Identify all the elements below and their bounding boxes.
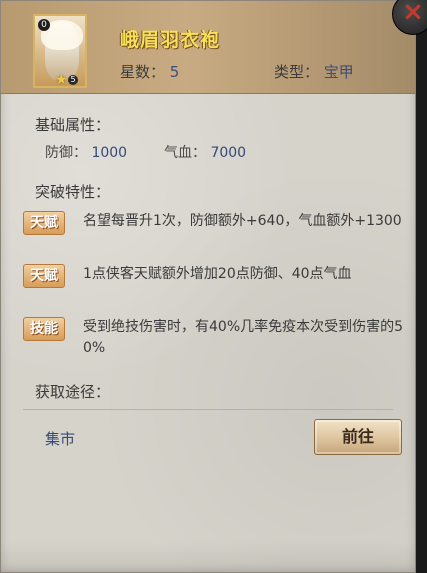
trait-text: 受到绝技伤害时，有40%几率免疫本次受到伤害的50% (83, 319, 404, 356)
trait-item: 技能 受到绝技伤害时，有40%几率免疫本次受到伤害的50% (23, 317, 403, 359)
item-detail-panel: 0 ★ 5 峨眉羽衣袍 星数： 5 类型： 宝甲 基础属性： 防御： 1000 … (0, 0, 416, 573)
hp-label: 气血： (164, 145, 206, 161)
trait-item: 天赋 1点侠客天赋额外增加20点防御、40点气血 (23, 264, 395, 306)
item-portrait: 0 ★ 5 (33, 14, 87, 88)
portrait-level-badge: 0 (38, 19, 50, 31)
stars-value: 5 (169, 63, 180, 81)
panel-bottom-fade (1, 541, 415, 572)
trait-item: 天赋 名望每晋升1次，防御额外+640，气血额外+1300 (23, 211, 402, 253)
item-name: 峨眉羽衣袍 (120, 29, 221, 51)
stars-stat: 星数： 5 (120, 61, 179, 82)
trait-text: 名望每晋升1次，防御额外+640，气血额外+1300 (83, 213, 402, 229)
portrait-star-count: 5 (68, 75, 78, 85)
defense-label: 防御： (45, 145, 87, 161)
type-value: 宝甲 (323, 63, 354, 81)
defense-stat: 防御： 1000 (45, 142, 127, 162)
type-label: 类型： (274, 63, 320, 81)
type-stat: 类型： 宝甲 (274, 61, 354, 82)
hp-value: 7000 (210, 145, 247, 161)
base-attributes-title: 基础属性： (35, 116, 111, 134)
breakthrough-title: 突破特性： (35, 183, 111, 201)
trait-badge: 技能 (23, 317, 65, 341)
acquire-source: 集市 (45, 430, 76, 448)
acquire-divider (23, 409, 393, 410)
trait-badge: 天赋 (23, 211, 65, 235)
acquire-title: 获取途径： (35, 383, 111, 401)
hp-stat: 气血： 7000 (164, 142, 246, 162)
defense-value: 1000 (91, 145, 128, 161)
item-header: 0 ★ 5 峨眉羽衣袍 星数： 5 类型： 宝甲 (1, 1, 415, 94)
stars-label: 星数： (120, 63, 166, 81)
star-icon: ★ (55, 72, 68, 88)
go-button[interactable]: 前往 (314, 419, 402, 455)
trait-text: 1点侠客天赋额外增加20点防御、40点气血 (83, 266, 352, 282)
trait-badge: 天赋 (23, 264, 65, 288)
